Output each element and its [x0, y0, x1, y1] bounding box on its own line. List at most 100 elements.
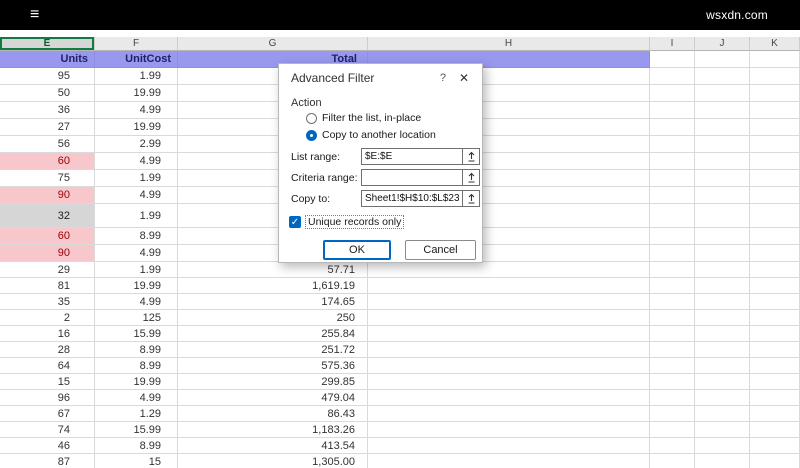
cell-empty[interactable]: [368, 358, 650, 374]
cell-empty[interactable]: [368, 422, 650, 438]
cell-empty[interactable]: [750, 438, 800, 454]
cell-empty[interactable]: [368, 310, 650, 326]
cell-unitcost[interactable]: 4.99: [95, 245, 178, 262]
cell-empty[interactable]: [695, 310, 750, 326]
cell-units[interactable]: 96: [0, 390, 95, 406]
cell-total[interactable]: 251.72: [178, 342, 368, 358]
cell-empty[interactable]: [650, 326, 695, 342]
cell-units[interactable]: 36: [0, 102, 95, 119]
cell-empty[interactable]: [695, 390, 750, 406]
cell-empty[interactable]: [650, 406, 695, 422]
cell-units[interactable]: 28: [0, 342, 95, 358]
cell-empty[interactable]: [650, 102, 695, 119]
cell-empty[interactable]: [368, 262, 650, 278]
range-select-icon[interactable]: [463, 148, 480, 165]
cell-units[interactable]: 29: [0, 262, 95, 278]
radio-button-icon[interactable]: [306, 113, 317, 124]
cell-empty[interactable]: [650, 294, 695, 310]
cell-units[interactable]: 87: [0, 454, 95, 468]
cell-empty[interactable]: [650, 187, 695, 204]
copy-to-input[interactable]: [361, 190, 463, 207]
cell-empty[interactable]: [750, 278, 800, 294]
cell-units[interactable]: 95: [0, 68, 95, 85]
cell-empty[interactable]: [368, 438, 650, 454]
cell-units[interactable]: 27: [0, 119, 95, 136]
cell-empty[interactable]: [695, 85, 750, 102]
cell-total[interactable]: 479.04: [178, 390, 368, 406]
cell-empty[interactable]: [695, 170, 750, 187]
cell-empty[interactable]: [695, 278, 750, 294]
cell-empty[interactable]: [368, 406, 650, 422]
cell-empty[interactable]: [750, 342, 800, 358]
cell-unitcost[interactable]: 15.99: [95, 422, 178, 438]
column-header-F[interactable]: F: [95, 37, 178, 51]
cell-empty[interactable]: [650, 85, 695, 102]
close-icon[interactable]: ✕: [459, 71, 469, 85]
cell-empty[interactable]: [695, 342, 750, 358]
cell-unitcost[interactable]: 4.99: [95, 153, 178, 170]
cell-empty[interactable]: [695, 438, 750, 454]
cell-total[interactable]: 250: [178, 310, 368, 326]
cell-unitcost[interactable]: 19.99: [95, 374, 178, 390]
cell-empty[interactable]: [368, 390, 650, 406]
cell-empty[interactable]: [650, 278, 695, 294]
header-cell-empty[interactable]: [750, 51, 800, 68]
cell-empty[interactable]: [695, 358, 750, 374]
cell-empty[interactable]: [750, 406, 800, 422]
cell-empty[interactable]: [650, 153, 695, 170]
cell-units[interactable]: 81: [0, 278, 95, 294]
header-cell-empty[interactable]: [695, 51, 750, 68]
cell-empty[interactable]: [750, 326, 800, 342]
cell-unitcost[interactable]: 19.99: [95, 85, 178, 102]
cell-empty[interactable]: [695, 136, 750, 153]
cell-empty[interactable]: [368, 294, 650, 310]
cell-empty[interactable]: [750, 102, 800, 119]
cell-units[interactable]: 2: [0, 310, 95, 326]
cell-empty[interactable]: [695, 294, 750, 310]
cell-empty[interactable]: [750, 68, 800, 85]
cell-empty[interactable]: [695, 454, 750, 468]
range-select-icon[interactable]: [463, 169, 480, 186]
checkbox-checked-icon[interactable]: ✓: [289, 216, 301, 228]
cell-empty[interactable]: [750, 170, 800, 187]
cell-empty[interactable]: [750, 187, 800, 204]
hamburger-menu-icon[interactable]: ≡: [30, 7, 39, 23]
cell-empty[interactable]: [695, 68, 750, 85]
cell-empty[interactable]: [650, 342, 695, 358]
cell-empty[interactable]: [650, 170, 695, 187]
cell-unitcost[interactable]: 125: [95, 310, 178, 326]
header-cell-empty[interactable]: [650, 51, 695, 68]
column-header-H[interactable]: H: [368, 37, 650, 51]
cell-empty[interactable]: [750, 245, 800, 262]
cell-empty[interactable]: [750, 228, 800, 245]
cell-total[interactable]: 174.65: [178, 294, 368, 310]
cell-empty[interactable]: [650, 438, 695, 454]
cell-empty[interactable]: [368, 374, 650, 390]
cell-units[interactable]: 16: [0, 326, 95, 342]
cell-empty[interactable]: [695, 406, 750, 422]
header-cell-unitcost[interactable]: UnitCost: [95, 51, 178, 68]
cell-unitcost[interactable]: 1.29: [95, 406, 178, 422]
cell-empty[interactable]: [650, 262, 695, 278]
cell-empty[interactable]: [750, 422, 800, 438]
criteria-range-input[interactable]: [361, 169, 463, 186]
list-range-input[interactable]: [361, 148, 463, 165]
cell-units[interactable]: 35: [0, 294, 95, 310]
cell-empty[interactable]: [650, 422, 695, 438]
cell-empty[interactable]: [695, 245, 750, 262]
cell-empty[interactable]: [750, 204, 800, 228]
cell-empty[interactable]: [750, 85, 800, 102]
cell-unitcost[interactable]: 8.99: [95, 358, 178, 374]
cell-empty[interactable]: [650, 68, 695, 85]
cell-units[interactable]: 74: [0, 422, 95, 438]
cell-units[interactable]: 50: [0, 85, 95, 102]
column-header-K[interactable]: K: [750, 37, 800, 51]
cell-units[interactable]: 32: [0, 204, 95, 228]
cell-unitcost[interactable]: 15: [95, 454, 178, 468]
cell-unitcost[interactable]: 4.99: [95, 102, 178, 119]
cell-empty[interactable]: [750, 262, 800, 278]
cell-empty[interactable]: [650, 454, 695, 468]
cell-empty[interactable]: [650, 310, 695, 326]
cell-total[interactable]: 575.36: [178, 358, 368, 374]
cell-unitcost[interactable]: 19.99: [95, 119, 178, 136]
